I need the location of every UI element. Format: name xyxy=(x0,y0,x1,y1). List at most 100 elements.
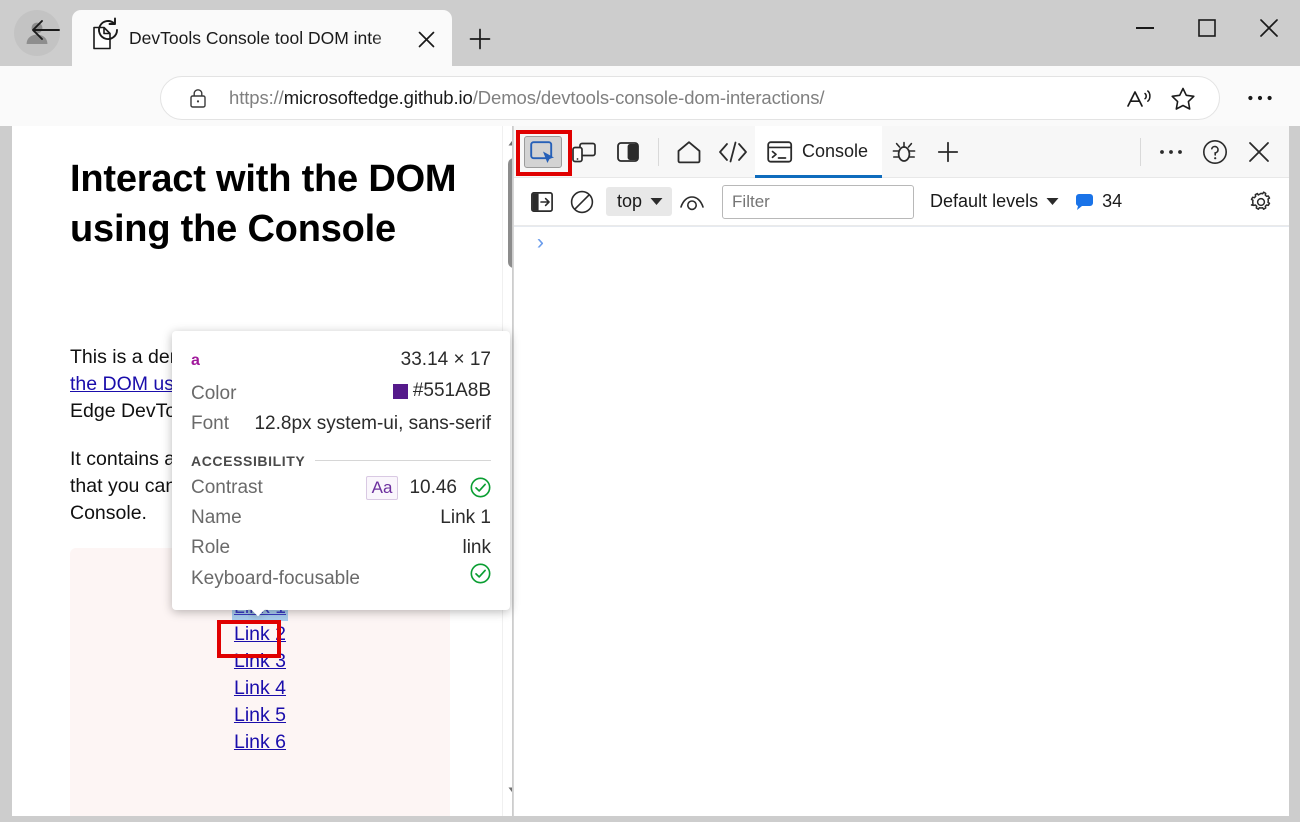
back-button[interactable] xyxy=(26,10,66,50)
issues-button[interactable] xyxy=(882,132,926,172)
tooltip-font-value: 12.8px system-ui, sans-serif xyxy=(254,409,491,439)
address-bar[interactable]: https://microsoftedge.github.io/Demos/de… xyxy=(160,76,1220,120)
list-item[interactable]: Link 4 xyxy=(70,675,450,702)
console-prompt: › xyxy=(534,233,547,256)
reload-button[interactable] xyxy=(88,10,128,50)
tooltip-color-value-group: #551A8B xyxy=(393,376,491,406)
dock-side-button[interactable] xyxy=(606,132,650,172)
log-levels-label: Default levels xyxy=(930,191,1038,212)
tab-console[interactable]: Console xyxy=(755,126,882,178)
list-item[interactable]: Link 5 xyxy=(70,702,450,729)
minimize-icon xyxy=(1136,27,1154,29)
favorites-button[interactable] xyxy=(1161,77,1205,121)
device-emulation-icon xyxy=(571,141,597,163)
toolbar-divider xyxy=(658,138,659,166)
tooltip-font-label: Font xyxy=(191,409,229,439)
tab-home[interactable] xyxy=(667,132,711,172)
console-terminal-icon xyxy=(767,141,793,163)
check-circle-icon xyxy=(470,477,491,498)
log-levels-dropdown[interactable]: Default levels xyxy=(930,191,1059,212)
chevron-down-icon xyxy=(508,787,513,796)
tooltip-name-value: Link 1 xyxy=(440,503,491,533)
devtools-more-options-button[interactable] xyxy=(1149,132,1193,172)
paragraph1-link[interactable]: the DOM usi xyxy=(70,373,178,395)
tooltip-contrast-row: Contrast Aa 10.46 xyxy=(191,473,491,503)
tab-elements[interactable] xyxy=(711,132,755,172)
message-count-value: 34 xyxy=(1102,191,1122,212)
url-path: /Demos/devtools-console-dom-interactions… xyxy=(473,87,825,108)
inspect-element-button[interactable] xyxy=(524,136,562,168)
eye-icon xyxy=(679,193,705,211)
address-bar-actions xyxy=(1117,77,1205,121)
read-aloud-button[interactable] xyxy=(1117,77,1161,121)
check-circle-icon xyxy=(470,563,491,584)
paragraph2-line1: It contains a xyxy=(70,448,175,470)
devtools-toolbar: Console xyxy=(514,126,1289,178)
maximize-icon xyxy=(1198,19,1216,37)
devtools-close-button[interactable] xyxy=(1237,132,1281,172)
console-filter-bar: top Default levels xyxy=(514,178,1289,226)
tooltip-header-row: a 33.14 × 17 xyxy=(191,345,491,376)
device-emulation-button[interactable] xyxy=(562,132,606,172)
scroll-up-button[interactable] xyxy=(503,130,512,152)
tooltip-color-value: #551A8B xyxy=(413,376,491,406)
browser-settings-button[interactable] xyxy=(1238,76,1282,120)
list-item[interactable]: Link 2 xyxy=(70,621,450,648)
list-item[interactable]: Link 6 xyxy=(70,729,450,756)
paragraph1-pre: This is a dem xyxy=(70,346,186,368)
url-scheme: https:// xyxy=(229,87,284,108)
tooltip-contrast-value-group: Aa 10.46 xyxy=(366,473,491,503)
list-item[interactable]: Link 3 xyxy=(70,648,450,675)
color-swatch xyxy=(393,384,408,399)
clear-console-button[interactable] xyxy=(562,184,602,220)
tooltip-name-row: Name Link 1 xyxy=(191,503,491,533)
new-tab-button[interactable] xyxy=(462,21,498,57)
tooltip-pointer-arrow xyxy=(248,609,268,620)
message-bubble-icon xyxy=(1075,193,1094,210)
contrast-aa-chip: Aa xyxy=(366,476,399,500)
page-title: Interact with the DOM using the Console xyxy=(70,154,470,254)
live-expression-button[interactable] xyxy=(672,184,712,220)
paragraph2-line2: that you can xyxy=(70,475,176,497)
javascript-context-dropdown[interactable]: top xyxy=(606,187,672,216)
tooltip-role-row: Role link xyxy=(191,533,491,563)
close-icon xyxy=(1259,18,1279,38)
paragraph2-line3: Console. xyxy=(70,502,147,524)
browser-window: DevTools Console tool DOM inte xyxy=(0,0,1300,822)
plus-icon xyxy=(469,28,491,50)
chevron-up-icon xyxy=(508,137,513,146)
console-output-area[interactable]: › xyxy=(514,226,1289,816)
console-sidebar-toggle-button[interactable] xyxy=(522,184,562,220)
minimize-button[interactable] xyxy=(1114,0,1176,56)
more-tools-button[interactable] xyxy=(926,132,970,172)
ellipsis-icon xyxy=(1247,94,1273,102)
star-icon xyxy=(1170,86,1196,112)
close-window-button[interactable] xyxy=(1238,0,1300,56)
tooltip-role-label: Role xyxy=(191,533,230,563)
scrollbar-thumb[interactable] xyxy=(508,158,512,268)
tab-console-label: Console xyxy=(802,141,868,162)
ellipsis-icon xyxy=(1159,148,1183,156)
arrow-left-icon xyxy=(31,18,61,42)
tooltip-keyboard-value xyxy=(470,563,491,584)
chevron-down-icon xyxy=(1046,197,1059,206)
reload-icon xyxy=(95,17,121,43)
window-controls xyxy=(1114,0,1300,56)
devtools-help-button[interactable] xyxy=(1193,132,1237,172)
message-count-badge[interactable]: 34 xyxy=(1075,191,1122,212)
browser-tab[interactable]: DevTools Console tool DOM inte xyxy=(72,10,452,66)
url-text: https://microsoftedge.github.io/Demos/de… xyxy=(229,87,824,109)
tooltip-keyboard-label: Keyboard-focusable xyxy=(191,564,360,594)
sidebar-toggle-icon xyxy=(531,192,553,212)
console-settings-button[interactable] xyxy=(1239,182,1283,222)
url-host: microsoftedge.github.io xyxy=(284,87,473,108)
tab-close-button[interactable] xyxy=(412,25,440,53)
scroll-down-button[interactable] xyxy=(503,780,512,802)
padlock-icon xyxy=(189,88,207,108)
console-filter-input[interactable] xyxy=(722,185,914,219)
close-x-icon xyxy=(1248,141,1270,163)
context-value: top xyxy=(617,191,642,212)
accessibility-section-label: ACCESSIBILITY xyxy=(191,453,305,469)
gear-icon xyxy=(1248,189,1274,215)
maximize-button[interactable] xyxy=(1176,0,1238,56)
